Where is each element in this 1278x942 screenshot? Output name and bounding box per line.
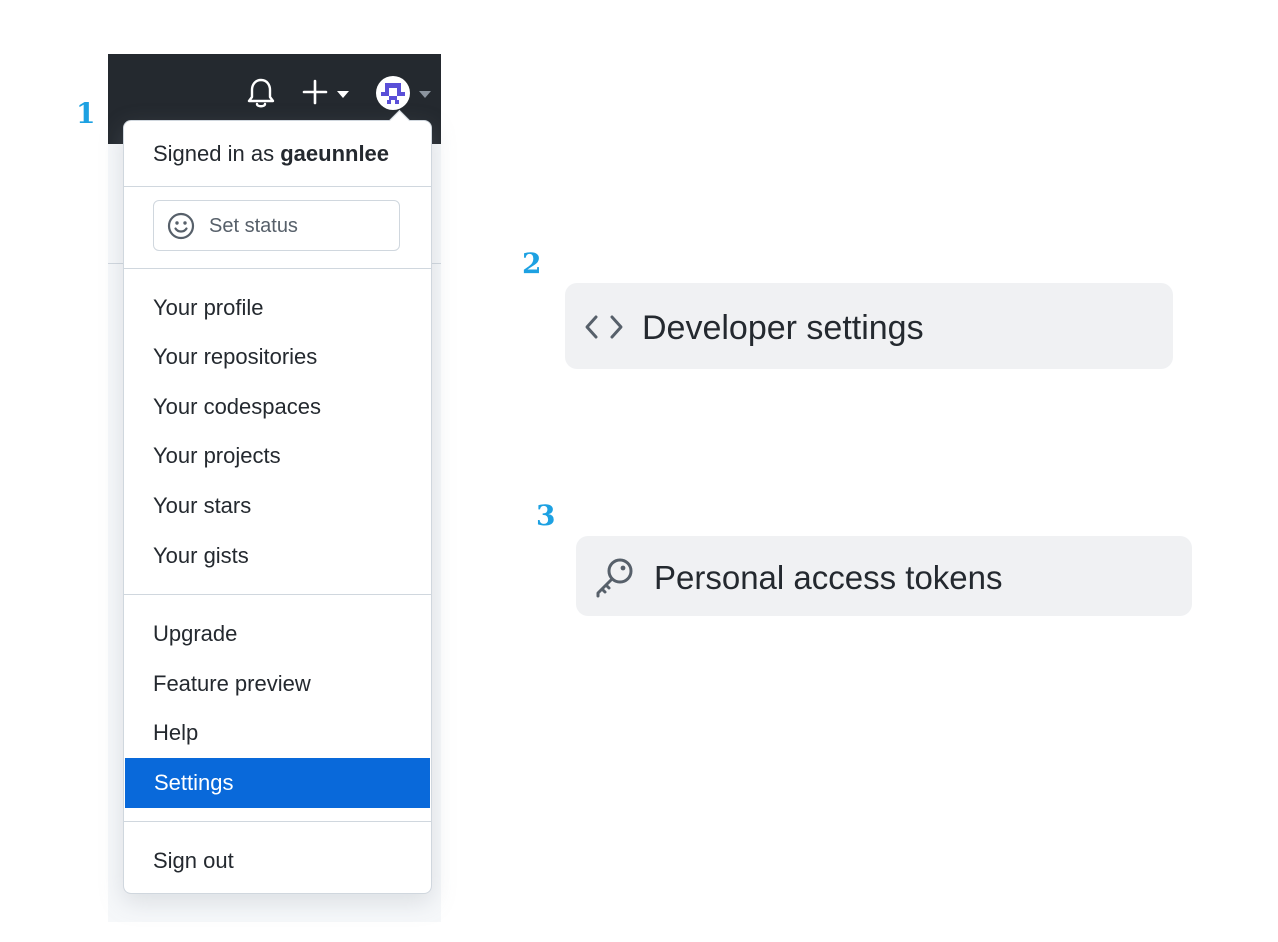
signed-in-label: Signed in as gaeunnlee — [153, 141, 389, 167]
developer-settings-nav-item[interactable]: Developer settings — [565, 283, 1173, 369]
menu-item-your-repositories[interactable]: Your repositories — [124, 332, 431, 382]
caret-down-icon[interactable] — [419, 91, 431, 98]
menu-item-your-profile[interactable]: Your profile — [124, 283, 431, 333]
plus-icon[interactable] — [302, 79, 328, 105]
smiley-icon — [167, 212, 195, 240]
avatar[interactable] — [376, 76, 410, 110]
menu-item-help[interactable]: Help — [124, 708, 431, 758]
caret-down-icon[interactable] — [337, 91, 349, 98]
menu-item-your-projects[interactable]: Your projects — [124, 431, 431, 481]
set-status-button[interactable]: Set status — [153, 200, 400, 251]
step-number-2: 2 — [522, 247, 542, 280]
divider — [124, 594, 431, 595]
bell-icon[interactable] — [246, 77, 276, 109]
set-status-label: Set status — [209, 215, 298, 237]
key-icon — [596, 558, 633, 598]
menu-item-upgrade[interactable]: Upgrade — [124, 609, 431, 659]
menu-item-settings[interactable]: Settings — [125, 758, 430, 808]
divider — [124, 821, 431, 822]
personal-access-tokens-label: Personal access tokens — [654, 559, 1003, 596]
signed-in-prefix: Signed in as — [153, 141, 275, 166]
step-number-3: 3 — [536, 499, 556, 532]
personal-access-tokens-nav-item[interactable]: Personal access tokens — [576, 536, 1192, 616]
menu-item-your-gists[interactable]: Your gists — [124, 531, 431, 581]
divider — [124, 268, 431, 269]
menu-item-your-stars[interactable]: Your stars — [124, 481, 431, 531]
menu-item-feature-preview[interactable]: Feature preview — [124, 659, 431, 709]
step-number-1: 1 — [76, 97, 96, 130]
menu-item-sign-out[interactable]: Sign out — [124, 836, 431, 886]
code-icon — [585, 315, 623, 339]
divider — [124, 186, 431, 187]
user-dropdown-menu: Signed in as gaeunnlee Set status Your p… — [123, 109, 432, 894]
username[interactable]: gaeunnlee — [280, 141, 389, 166]
developer-settings-label: Developer settings — [642, 309, 924, 347]
menu-item-your-codespaces[interactable]: Your codespaces — [124, 382, 431, 432]
